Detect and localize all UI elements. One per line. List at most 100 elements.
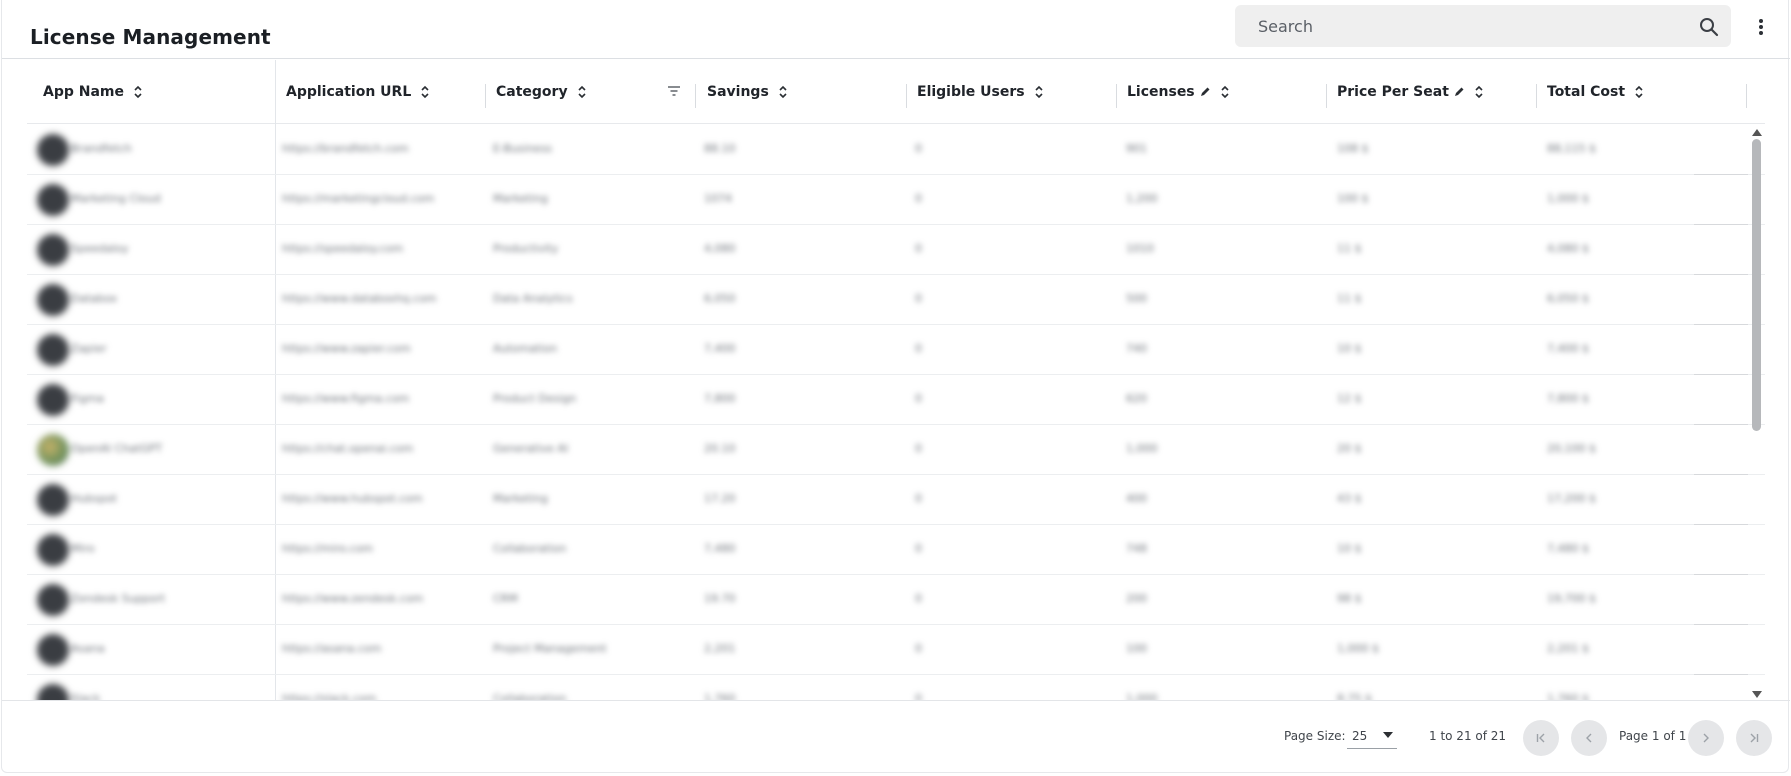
cell-url: https://www.hubspot.com xyxy=(282,492,423,505)
cell-total: 1,000 $ xyxy=(1547,192,1589,205)
table-row[interactable]: Databox https://www.databoxhq.com Data Ana… xyxy=(27,275,1765,325)
cell-url: https://speedaloy.com xyxy=(282,242,404,255)
column-label: Category xyxy=(496,84,568,100)
column-header-app-name[interactable]: App Name xyxy=(43,60,143,124)
sort-updown-icon[interactable] xyxy=(1220,85,1230,99)
table-row[interactable]: Slack https://slack.com Collaboration 1,760… xyxy=(27,675,1765,700)
table-row[interactable]: Marketing Cloud https://marketingcloud.co… xyxy=(27,175,1765,225)
sort-updown-icon[interactable] xyxy=(1034,85,1044,99)
cell-url: https://www.zendesk.com xyxy=(282,592,424,605)
column-separator[interactable] xyxy=(1536,84,1537,108)
cell-total: 1,760 $ xyxy=(1547,692,1589,700)
row-content: Hubspot https://www.hubspot.com Marketing 1… xyxy=(27,475,1694,525)
last-page-button[interactable] xyxy=(1736,720,1772,756)
filter-icon[interactable] xyxy=(667,85,681,97)
column-header-application-url[interactable]: Application URL xyxy=(286,60,430,124)
top-bar: License Management xyxy=(2,0,1790,59)
cell-price: 10 $ xyxy=(1337,342,1362,355)
table-row[interactable]: Miro https://miro.com Collaboration 7,480 0 7… xyxy=(27,525,1765,575)
cell-url: https://miro.com xyxy=(282,542,374,555)
search-icon[interactable] xyxy=(1699,17,1719,37)
column-label: Licenses xyxy=(1127,84,1195,100)
column-separator[interactable] xyxy=(485,84,486,108)
first-page-button[interactable] xyxy=(1523,720,1559,756)
cell-price: 43 $ xyxy=(1337,492,1362,505)
previous-page-button[interactable] xyxy=(1571,720,1607,756)
table-row[interactable]: Figma https://www.figma.com Product Design… xyxy=(27,375,1765,425)
cell-app: Figma xyxy=(71,392,105,405)
row-content: Figma https://www.figma.com Product Design… xyxy=(27,375,1694,425)
scroll-up-arrow-icon[interactable] xyxy=(1752,129,1762,136)
column-separator[interactable] xyxy=(1116,84,1117,108)
caret-down-icon xyxy=(1383,732,1393,738)
sort-updown-icon[interactable] xyxy=(1634,85,1644,99)
column-label: Total Cost xyxy=(1547,84,1626,100)
app-logo-icon xyxy=(37,384,69,416)
column-header-licenses[interactable]: Licenses xyxy=(1127,60,1230,124)
column-header-savings[interactable]: Savings xyxy=(707,60,788,124)
column-separator[interactable] xyxy=(1326,84,1327,108)
cell-licenses: 1,000 xyxy=(1126,442,1158,455)
cell-app: Brandfetch xyxy=(71,142,132,155)
cell-app: Slack xyxy=(71,692,101,700)
table-row[interactable]: Asana https://asana.com Project Management… xyxy=(27,625,1765,675)
table-row[interactable]: Hubspot https://www.hubspot.com Marketing 1… xyxy=(27,475,1765,525)
row-end-cell xyxy=(1694,325,1748,375)
row-end-cell xyxy=(1694,525,1748,575)
more-vertical-icon[interactable] xyxy=(1754,15,1768,39)
search-box[interactable] xyxy=(1235,5,1731,47)
cell-app: Speedaloy xyxy=(71,242,129,255)
cell-licenses: 620 xyxy=(1126,392,1147,405)
column-separator[interactable] xyxy=(1746,84,1747,108)
column-header-category[interactable]: Category xyxy=(496,60,587,124)
cell-users: 0 xyxy=(915,542,922,555)
scroll-down-arrow-icon[interactable] xyxy=(1752,691,1762,698)
chevron-right-icon xyxy=(1703,733,1709,743)
row-end-cell xyxy=(1694,375,1748,425)
column-header-eligible-users[interactable]: Eligible Users xyxy=(917,60,1044,124)
last-page-icon xyxy=(1750,733,1759,743)
sort-updown-icon[interactable] xyxy=(577,85,587,99)
row-end-cell xyxy=(1694,425,1748,475)
table-body: Brandfetch https://brandfetch.com E-Busine… xyxy=(27,125,1765,700)
scrollbar-thumb[interactable] xyxy=(1752,139,1761,431)
column-header-total-cost[interactable]: Total Cost xyxy=(1547,60,1644,124)
app-logo-icon xyxy=(37,434,69,466)
table-row[interactable]: Speedaloy https://speedaloy.com Productivi… xyxy=(27,225,1765,275)
app-logo-icon xyxy=(37,334,69,366)
cell-category: Automation xyxy=(493,342,558,355)
cell-app: OpenAI ChatGPT xyxy=(71,442,163,455)
column-label: App Name xyxy=(43,84,124,100)
sort-updown-icon[interactable] xyxy=(778,85,788,99)
cell-licenses: 1,200 xyxy=(1126,192,1158,205)
column-separator[interactable] xyxy=(906,84,907,108)
table-row[interactable]: OpenAI ChatGPT https://chat.openai.com Gen… xyxy=(27,425,1765,475)
search-input[interactable] xyxy=(1258,5,1678,47)
cell-category: Collaboration xyxy=(493,692,567,700)
cell-app: Asana xyxy=(71,642,105,655)
cell-licenses: 200 xyxy=(1126,592,1147,605)
table-row[interactable]: Zapier https://www.zapier.com Automation 7,… xyxy=(27,325,1765,375)
table-row[interactable]: Zendesk Support https://www.zendesk.com CR… xyxy=(27,575,1765,625)
cell-licenses: 500 xyxy=(1126,292,1147,305)
row-end-cell xyxy=(1694,575,1748,625)
cell-url: https://www.databoxhq.com xyxy=(282,292,437,305)
cell-price: 8.75 $ xyxy=(1337,692,1372,700)
vertical-scrollbar[interactable] xyxy=(1748,125,1765,700)
sort-updown-icon[interactable] xyxy=(1474,85,1484,99)
column-header-price-per-seat[interactable]: Price Per Seat xyxy=(1337,60,1484,124)
table-row[interactable]: Brandfetch https://brandfetch.com E-Busine… xyxy=(27,125,1765,175)
row-content: Slack https://slack.com Collaboration 1,760… xyxy=(27,675,1694,700)
sort-updown-icon[interactable] xyxy=(133,85,143,99)
cell-licenses: 1010 xyxy=(1126,242,1154,255)
cell-users: 0 xyxy=(915,492,922,505)
page-size-value: 25 xyxy=(1352,729,1368,743)
next-page-button[interactable] xyxy=(1688,720,1724,756)
cell-app: Databox xyxy=(71,292,118,305)
page-size-select[interactable]: 25 xyxy=(1347,721,1397,749)
sort-updown-icon[interactable] xyxy=(420,85,430,99)
cell-total: 17,200 $ xyxy=(1547,492,1596,505)
cell-url: https://www.figma.com xyxy=(282,392,410,405)
app-logo-icon xyxy=(37,234,69,266)
column-separator[interactable] xyxy=(695,84,696,108)
